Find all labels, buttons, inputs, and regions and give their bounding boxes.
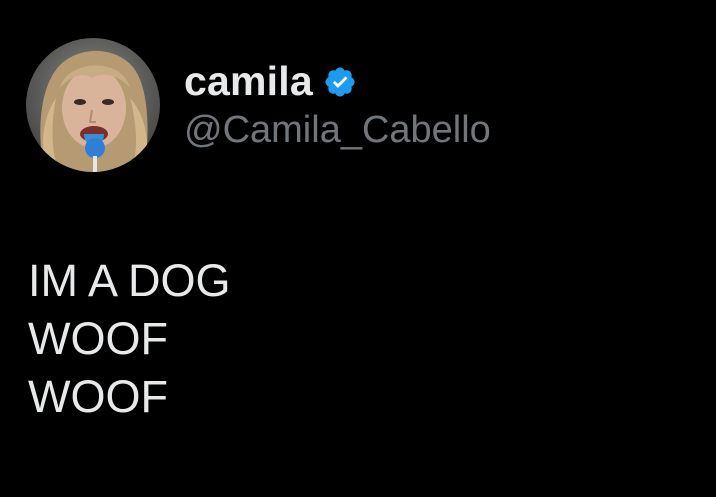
tweet-text: IM A DOG WOOF WOOF <box>28 252 231 426</box>
author-info: camila @Camila_Cabello <box>184 57 491 153</box>
user-handle[interactable]: @Camila_Cabello <box>184 107 491 153</box>
name-row: camila <box>184 57 491 105</box>
display-name[interactable]: camila <box>184 57 313 105</box>
tweet-text-line: WOOF <box>28 371 168 422</box>
tweet-text-line: IM A DOG <box>28 255 231 306</box>
avatar-image <box>26 38 160 172</box>
avatar[interactable] <box>26 38 160 172</box>
verified-badge-icon[interactable] <box>323 65 357 99</box>
tweet-text-line: WOOF <box>28 313 168 364</box>
tweet-card: camila @Camila_Cabello IM A DOG WOOF WOO… <box>0 0 716 497</box>
tweet-header: camila @Camila_Cabello <box>26 38 491 172</box>
